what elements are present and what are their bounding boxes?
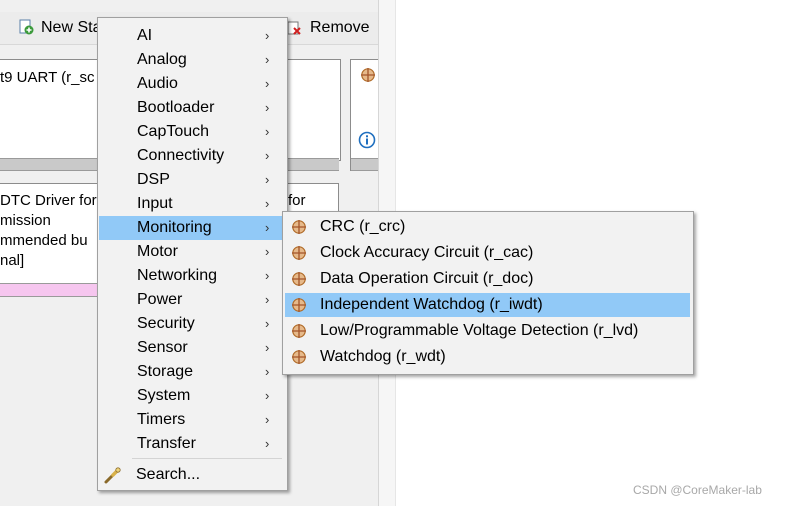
menu-item-power[interactable]: Power › [99,288,286,312]
remove-icon [287,21,301,35]
menu-item-motor[interactable]: Motor › [99,240,286,264]
menu-item-bootloader[interactable]: Bootloader › [99,96,286,120]
chevron-right-icon: › [265,340,270,355]
component-icon [361,68,375,82]
menu-item-label: Sensor [137,339,188,356]
menu-item-monitoring[interactable]: Monitoring › [99,216,286,240]
chevron-right-icon: › [265,244,270,259]
menu-item-label: DSP [137,171,170,188]
chevron-right-icon: › [265,220,270,235]
menu-item-label: Storage [137,363,194,380]
submenu-item-crc-r-crc[interactable]: CRC (r_crc) [285,215,690,239]
context-menu: AI › Analog › Audio › Bootloader › CapTouch › Conn… [97,17,288,491]
remove-button[interactable]: Remove [287,16,373,40]
menu-item-dsp[interactable]: DSP › [99,168,286,192]
watermark: CSDN @CoreMaker-lab [633,483,762,497]
submenu-item-independent-watchdog-r-iwdt[interactable]: Independent Watchdog (r_iwdt) [285,293,690,317]
component-icon [292,298,306,312]
stack-block-dtc-line-3: mmended bu [0,232,88,249]
menu-item-audio[interactable]: Audio › [99,72,286,96]
component-icon [292,350,306,364]
new-stack-icon [19,19,34,35]
stack-block-dtc-pink-bar [0,283,100,297]
component-icon [292,324,306,338]
submenu-item-clock-accuracy-circuit-r-cac[interactable]: Clock Accuracy Circuit (r_cac) [285,241,690,265]
component-icon [292,272,306,286]
search-label: Search... [136,466,201,483]
menu-item-system[interactable]: System › [99,384,286,408]
menu-item-label: Audio [137,75,178,92]
menu-item-timers[interactable]: Timers › [99,408,286,432]
stack-block-dtc-line-4: nal] [0,252,25,269]
chevron-right-icon: › [265,148,270,163]
submenu-item-label: CRC (r_crc) [320,218,406,235]
menu-item-networking[interactable]: Networking › [99,264,286,288]
menu-item-input[interactable]: Input › [99,192,286,216]
chevron-right-icon: › [265,52,270,67]
menu-item-label: Input [137,195,173,212]
component-icon [292,246,306,260]
menu-item-label: Motor [137,243,178,260]
chevron-right-icon: › [265,268,270,283]
menu-item-ai[interactable]: AI › [99,24,286,48]
chevron-right-icon: › [265,388,270,403]
chevron-right-icon: › [265,292,270,307]
chevron-right-icon: › [265,364,270,379]
menu-item-label: Monitoring [137,219,212,236]
component-icon [292,220,306,234]
submenu-item-label: Independent Watchdog (r_iwdt) [320,296,543,313]
submenu-item-label: Watchdog (r_wdt) [320,348,446,365]
chevron-right-icon: › [265,412,270,427]
menu-item-security[interactable]: Security › [99,312,286,336]
menu-item-analog[interactable]: Analog › [99,48,286,72]
menu-item-label: Analog [137,51,187,68]
submenu-item-watchdog-r-wdt[interactable]: Watchdog (r_wdt) [285,345,690,369]
remove-label: Remove [310,19,370,36]
menu-item-label: Transfer [137,435,196,452]
chevron-right-icon: › [265,100,270,115]
chevron-right-icon: › [265,28,270,43]
menu-item-label: Timers [137,411,186,428]
menu-item-sensor[interactable]: Sensor › [99,336,286,360]
stack-block-uart-label: t9 UART (r_sc [0,69,95,86]
menu-item-connectivity[interactable]: Connectivity › [99,144,286,168]
side-panel-scrollbar[interactable] [351,158,379,171]
chevron-right-icon: › [265,76,270,91]
stack-block-dtc-right-text: for [288,192,306,209]
menu-separator [132,458,282,459]
menu-item-label: Connectivity [137,147,225,164]
submenu-item-low-programmable-voltage-detection-r-lvd[interactable]: Low/Programmable Voltage Detection (r_lv… [285,319,690,343]
info-icon[interactable] [358,131,376,149]
menu-item-label: Networking [137,267,218,284]
menu-item-label: Bootloader [137,99,215,116]
new-stack-label: New Sta [41,19,102,36]
submenu-item-data-operation-circuit-r-doc[interactable]: Data Operation Circuit (r_doc) [285,267,690,291]
menu-item-transfer[interactable]: Transfer › [99,432,286,456]
submenu-item-label: Low/Programmable Voltage Detection (r_lv… [320,322,639,339]
menu-item-label: AI [137,27,153,44]
menu-item-label: CapTouch [137,123,210,140]
menu-item-label: Power [137,291,183,308]
stack-block-dtc-line-1: DTC Driver for [0,192,97,209]
menu-item-label: Security [137,315,195,332]
submenu-item-label: Clock Accuracy Circuit (r_cac) [320,244,534,261]
stack-block-dtc-line-2: mission [0,212,51,229]
chevron-right-icon: › [265,196,270,211]
search-icon [104,467,121,484]
menu-item-captouch[interactable]: CapTouch › [99,120,286,144]
menu-item-storage[interactable]: Storage › [99,360,286,384]
chevron-right-icon: › [265,436,270,451]
chevron-right-icon: › [265,316,270,331]
chevron-right-icon: › [265,172,270,187]
search-menu-item[interactable]: Search... [98,463,285,487]
submenu-item-label: Data Operation Circuit (r_doc) [320,270,534,287]
chevron-right-icon: › [265,124,270,139]
monitoring-submenu: CRC (r_crc) Clock Accuracy Circuit (r_cac… [282,211,694,375]
menu-item-label: System [137,387,191,404]
